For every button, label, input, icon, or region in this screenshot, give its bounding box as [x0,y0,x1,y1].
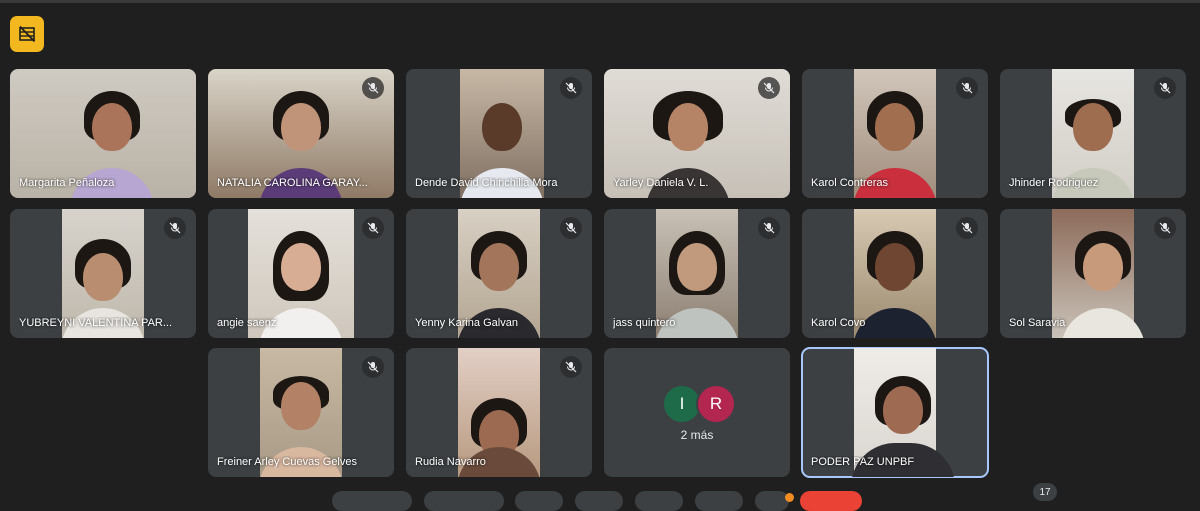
participant-tile[interactable]: angie saenz [208,209,394,338]
participant-tile[interactable]: YUBREYNI VALENTINA PAR... [10,209,196,338]
participant-name: Karol Contreras [811,177,889,189]
participant-tile[interactable]: Karol Contreras [802,69,988,198]
top-bar [0,0,1200,3]
participant-tile[interactable]: NATALIA CAROLINA GARAY... [208,69,394,198]
participant-name: PODER PAZ UNPBF [811,456,915,468]
participant-name: NATALIA CAROLINA GARAY... [217,177,368,189]
toolbar-button[interactable] [635,491,683,511]
participant-tile[interactable]: Jhinder Rodriguez [1000,69,1186,198]
mic-off-icon [362,356,384,378]
mic-off-icon [560,77,582,99]
toolbar-button[interactable] [695,491,743,511]
notification-dot [785,493,794,502]
mic-off-icon [956,217,978,239]
participant-tile[interactable]: Dende David Chinchilla Mora [406,69,592,198]
toolbar-button[interactable] [332,491,412,511]
participant-name: Dende David Chinchilla Mora [415,177,558,189]
self-view-tile[interactable]: PODER PAZ UNPBF [801,347,989,478]
toolbar-button[interactable] [755,491,789,511]
participant-tile[interactable]: Yarley Daniela V. L. [604,69,790,198]
participant-tile[interactable]: Karol Covo [802,209,988,338]
participant-name: Rudia Navarro [415,456,486,468]
mic-off-icon [164,217,186,239]
mic-off-icon [758,77,780,99]
participant-name: Yenny Karina Galvan [415,317,518,329]
participant-name: angie saenz [217,317,277,329]
participant-avatar: R [696,384,736,424]
participant-tile[interactable]: Rudia Navarro [406,348,592,477]
more-participants-label: 2 más [680,428,714,442]
people-count-badge[interactable]: 17 [1033,483,1057,501]
participant-name: Sol Saravia [1009,317,1066,329]
mic-off-icon [560,217,582,239]
participant-tile[interactable]: Margarita Peñaloza [10,69,196,198]
mic-off-icon [1154,217,1176,239]
end-call-button[interactable] [800,491,862,511]
mic-off-icon [758,217,780,239]
participant-name: Freiner Arley Cuevas Gelves [217,456,357,468]
layout-grid-off-icon [19,25,36,43]
participant-tile[interactable]: jass quintero [604,209,790,338]
mic-off-icon [560,356,582,378]
participant-name: Yarley Daniela V. L. [613,177,709,189]
participant-tile[interactable]: Yenny Karina Galvan [406,209,592,338]
toolbar-button[interactable] [515,491,563,511]
participant-name: YUBREYNI VALENTINA PAR... [19,317,173,329]
participant-name: Margarita Peñaloza [19,177,115,189]
participant-tile[interactable]: Freiner Arley Cuevas Gelves [208,348,394,477]
participant-name: Karol Covo [811,317,866,329]
mic-off-icon [956,77,978,99]
layout-button[interactable] [10,16,44,52]
mic-off-icon [362,217,384,239]
participant-name: Jhinder Rodriguez [1009,177,1099,189]
participant-tile[interactable]: Sol Saravia [1000,209,1186,338]
more-participants-tile[interactable]: I R 2 más [604,348,790,477]
toolbar-button[interactable] [424,491,504,511]
toolbar-button[interactable] [575,491,623,511]
mic-off-icon [362,77,384,99]
mic-off-icon [1154,77,1176,99]
participant-name: jass quintero [613,317,676,329]
